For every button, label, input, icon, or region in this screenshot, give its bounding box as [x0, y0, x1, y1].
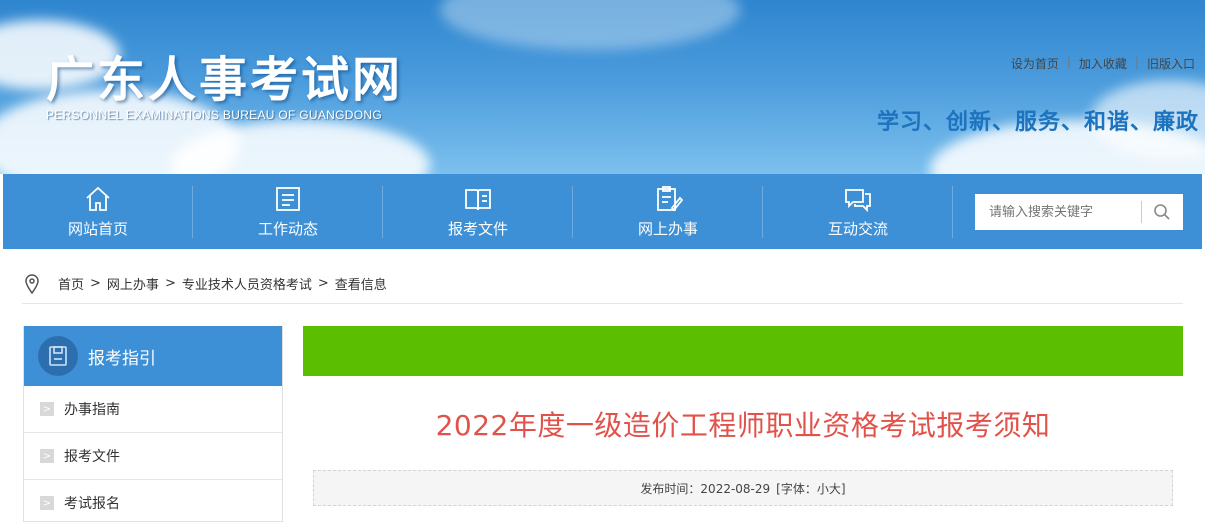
breadcrumb-view-info: 查看信息: [334, 278, 387, 293]
link-separator: |: [1134, 55, 1139, 69]
clipboard-edit-icon: [657, 186, 683, 212]
nav-item-home[interactable]: 网站首页: [3, 174, 193, 249]
book-icon: [465, 189, 491, 211]
breadcrumb: 首页 > 网上办事 > 专业技术人员资格考试 > 查看信息: [22, 264, 1183, 304]
content-header-bar: [303, 326, 1183, 376]
nav-label: 网站首页: [67, 220, 128, 238]
nav-item-work-news[interactable]: 工作动态: [193, 174, 383, 249]
nav-item-interaction[interactable]: 互动交流: [763, 174, 953, 249]
nav-label: 工作动态: [257, 220, 318, 238]
nav-item-online-services[interactable]: 网上办事: [573, 174, 763, 249]
font-size-control: [字体：小大]: [776, 480, 845, 497]
sidebar: 报考指引 > 办事指南 > 报考文件 > 考试报名: [23, 326, 283, 522]
breadcrumb-separator: >: [90, 276, 101, 291]
article-meta: 发布时间：2022-08-29 [字体：小大]: [313, 470, 1173, 506]
chevron-right-icon: >: [40, 402, 54, 416]
nav-label: 互动交流: [827, 220, 888, 238]
sidebar-item-registration[interactable]: > 考试报名: [24, 480, 282, 522]
site-logo-subtitle: PERSONNEL EXAMINATIONS BUREAU OF GUANGDO…: [46, 108, 382, 122]
breadcrumb-home[interactable]: 首页: [58, 274, 84, 293]
add-favorite-link[interactable]: 加入收藏: [1079, 55, 1127, 72]
sidebar-item-guide[interactable]: > 办事指南: [24, 386, 282, 433]
chevron-right-icon: >: [40, 496, 54, 510]
nav-label: 报考文件: [447, 220, 508, 238]
font-small-button[interactable]: 小: [817, 482, 829, 496]
search-input[interactable]: [975, 194, 1141, 230]
news-icon: [276, 187, 300, 211]
chat-icon: [845, 189, 871, 213]
font-large-button[interactable]: 大: [829, 482, 841, 496]
link-separator: |: [1066, 55, 1071, 69]
cloud-decoration: [440, 0, 740, 50]
font-label: [字体：: [776, 481, 817, 496]
page: 广东人事考试网 PERSONNEL EXAMINATIONS BUREAU OF…: [0, 0, 1205, 522]
site-header: 广东人事考试网 PERSONNEL EXAMINATIONS BUREAU OF…: [0, 0, 1205, 174]
nav-item-exam-documents[interactable]: 报考文件: [383, 174, 573, 249]
breadcrumb-online-services[interactable]: 网上办事: [107, 274, 159, 293]
sidebar-item-label: 报考文件: [64, 449, 120, 465]
sidebar-item-label: 办事指南: [64, 402, 120, 418]
publish-date: 发布时间：2022-08-29: [640, 481, 771, 496]
sidebar-header: 报考指引: [24, 326, 282, 386]
breadcrumb-professional-exam[interactable]: 专业技术人员资格考试: [182, 274, 312, 293]
sidebar-item-label: 考试报名: [64, 496, 120, 512]
nav-label: 网上办事: [637, 220, 698, 238]
top-links: 设为首页 | 加入收藏 | 旧版入口: [1011, 55, 1195, 72]
home-icon: [86, 186, 110, 211]
location-pin-icon: [25, 273, 39, 294]
set-homepage-link[interactable]: 设为首页: [1011, 55, 1059, 72]
main-nav: 网站首页 工作动态 报考文件 网上办事 互动交流: [3, 174, 1202, 249]
search-button[interactable]: [1142, 194, 1182, 230]
chevron-right-icon: >: [40, 449, 54, 463]
site-logo-title[interactable]: 广东人事考试网: [46, 40, 403, 110]
breadcrumb-separator: >: [164, 276, 176, 291]
slogan: 学习、创新、服务、和谐、廉政: [876, 110, 1199, 135]
breadcrumb-separator: >: [317, 276, 329, 291]
sidebar-title: 报考指引: [88, 348, 156, 369]
sidebar-item-documents[interactable]: > 报考文件: [24, 433, 282, 480]
old-version-link[interactable]: 旧版入口: [1147, 55, 1195, 72]
search-icon: [1154, 204, 1170, 220]
article-title: 2022年度一级造价工程师职业资格考试报考须知: [435, 409, 1051, 442]
guide-icon: [38, 336, 78, 376]
font-label-end: ]: [840, 481, 846, 496]
search-box: [975, 194, 1183, 230]
